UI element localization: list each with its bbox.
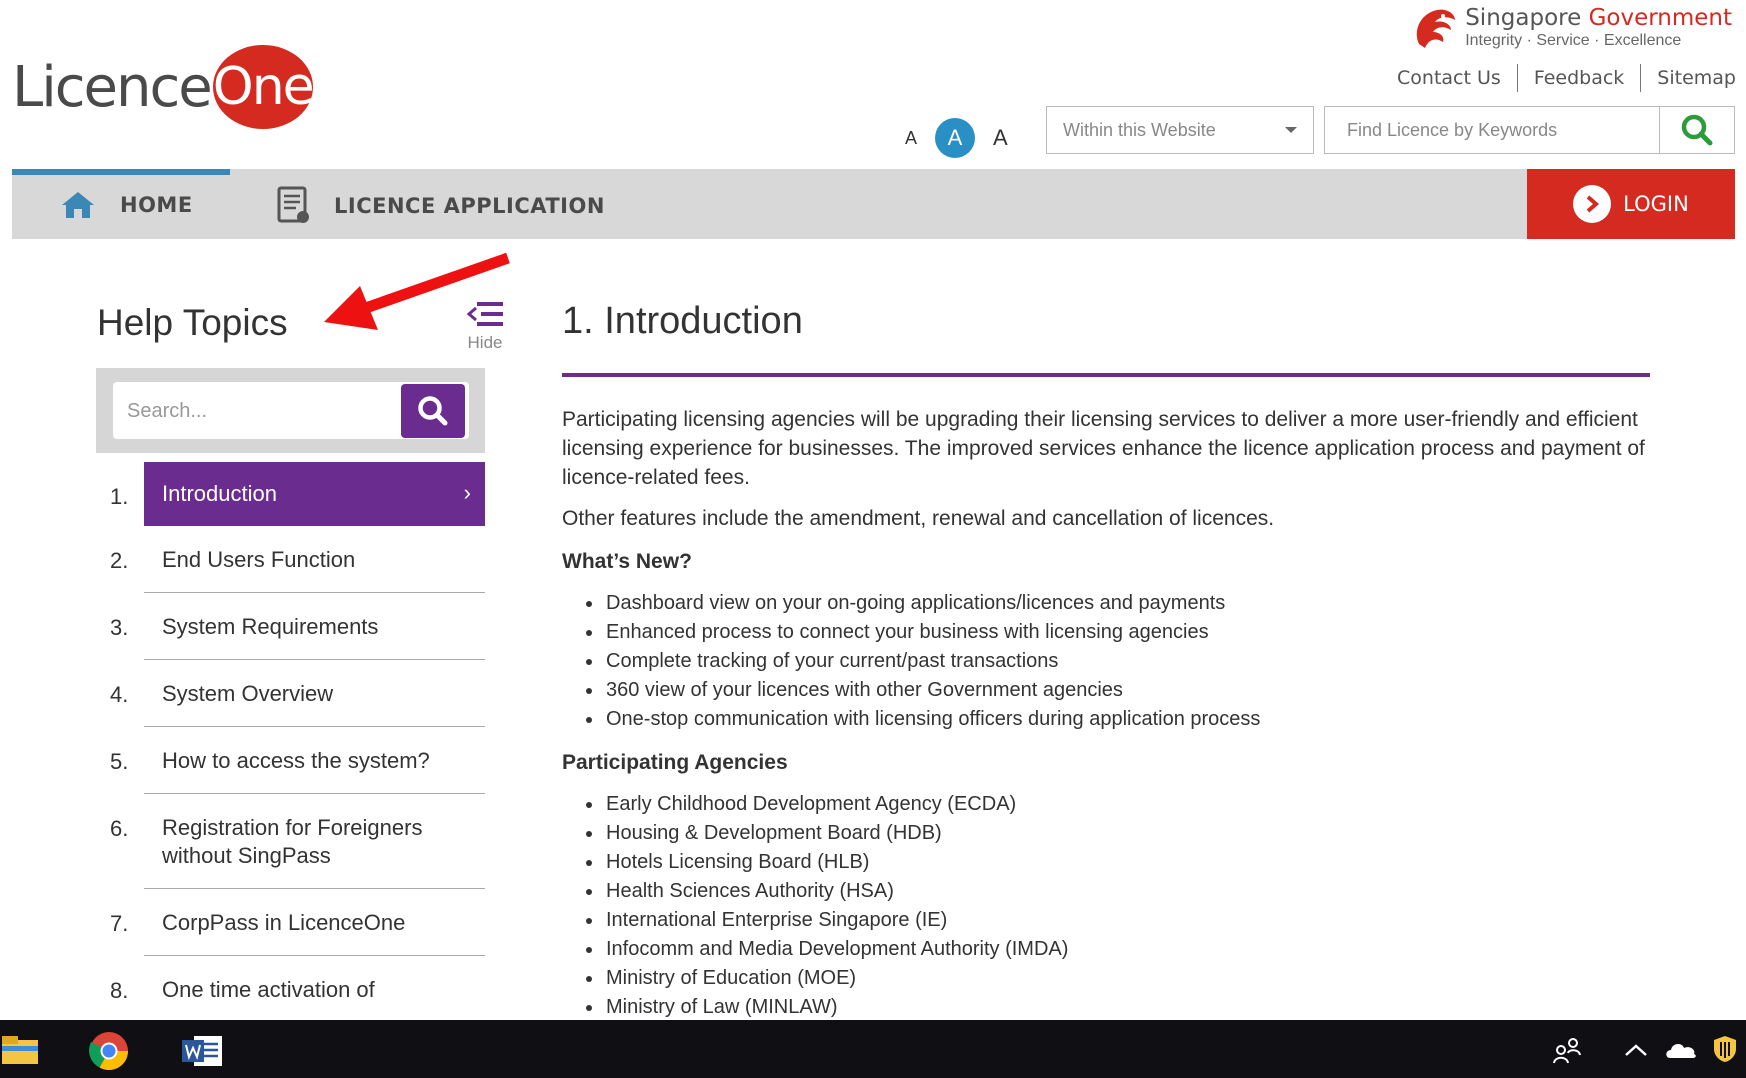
font-size-medium-button[interactable]: A [935, 118, 976, 158]
list-item: Ministry of Education (MOE) [604, 964, 1650, 993]
search-scope-select[interactable]: Within this Website [1046, 106, 1314, 154]
gov-tagline: Integrity · Service · Excellence [1465, 32, 1682, 49]
features-paragraph: Other features include the amendment, re… [562, 507, 1275, 530]
font-size-large-button[interactable]: A [993, 125, 1008, 151]
singapore-government-brand[interactable]: Singapore Government Integrity · Service… [1409, 4, 1732, 54]
topic-label: Registration for Foreigners without Sing… [144, 794, 485, 889]
list-item: Early Childhood Development Agency (ECDA… [604, 790, 1650, 819]
list-item: 360 view of your licences with other Gov… [604, 676, 1650, 705]
font-size-controls: A A A [905, 118, 1008, 158]
topic-number: 3. [110, 615, 129, 640]
topic-item-end-users-function[interactable]: 2. End Users Function [96, 526, 485, 593]
logo-text: Licence [12, 54, 213, 120]
topic-label: System Overview [144, 660, 485, 727]
list-item: Hotels Licensing Board (HLB) [604, 848, 1650, 877]
windows-taskbar [0, 1020, 1746, 1078]
agencies-heading: Participating Agencies [562, 751, 788, 774]
help-topics-title: Help Topics [97, 302, 288, 343]
security-icon[interactable] [1712, 1034, 1738, 1064]
word-icon[interactable] [180, 1034, 224, 1068]
onedrive-icon[interactable] [1664, 1040, 1698, 1060]
topic-number: 7. [110, 911, 129, 936]
search-scope-value: Within this Website [1063, 119, 1216, 140]
file-explorer-icon[interactable] [0, 1034, 42, 1066]
top-links: Contact Us Feedback Sitemap [1381, 64, 1736, 92]
help-topics-list: 1. Introduction › 2. End Users Function … [96, 462, 485, 1023]
login-label: LOGIN [1623, 192, 1689, 216]
login-button[interactable]: LOGIN [1527, 169, 1735, 239]
topic-item-system-overview[interactable]: 4. System Overview [96, 660, 485, 727]
sitemap-link[interactable]: Sitemap [1641, 64, 1736, 92]
logo-circle: One [212, 45, 315, 129]
main-nav-bar [12, 169, 1735, 239]
chevron-right-icon: › [463, 480, 471, 505]
topic-item-introduction[interactable]: 1. Introduction › [96, 462, 485, 526]
list-item: Dashboard view on your on-going applicat… [604, 589, 1650, 618]
main-content: 1. Introduction Participating licensing … [562, 300, 1650, 1022]
topic-label: End Users Function [144, 526, 485, 593]
list-item: Ministry of Law (MINLAW) [604, 993, 1650, 1022]
topic-item-corppass[interactable]: 7. CorpPass in LicenceOne [96, 889, 485, 956]
topic-label: One time activation of [144, 956, 485, 1023]
nav-home-label: HOME [120, 193, 193, 217]
topic-number: 8. [110, 978, 129, 1003]
help-search-placeholder: Search... [127, 400, 208, 422]
people-icon[interactable] [1552, 1036, 1582, 1064]
keyword-search-button[interactable] [1659, 107, 1734, 153]
home-icon [62, 192, 94, 218]
page-title: 1. Introduction [562, 300, 803, 342]
topic-label: CorpPass in LicenceOne [144, 889, 485, 956]
licenceone-logo[interactable]: Licence One [12, 42, 315, 132]
topic-item-system-requirements[interactable]: 3. System Requirements [96, 593, 485, 660]
collapse-menu-icon [466, 302, 503, 326]
list-item: Enhanced process to connect your busines… [604, 618, 1650, 647]
topic-label: System Requirements [144, 593, 485, 660]
contact-us-link[interactable]: Contact Us [1381, 64, 1518, 92]
topic-number: 2. [110, 548, 129, 573]
topic-item-one-time-activation[interactable]: 8. One time activation of [96, 956, 485, 1023]
topic-number: 6. [110, 816, 129, 841]
keyword-search-input[interactable]: Find Licence by Keywords [1325, 107, 1659, 153]
topic-number: 4. [110, 682, 129, 707]
list-item: Housing & Development Board (HDB) [604, 819, 1650, 848]
topic-label: Introduction [144, 462, 485, 526]
document-icon [277, 186, 309, 223]
whats-new-list: Dashboard view on your on-going applicat… [562, 589, 1650, 734]
hide-label: Hide [467, 333, 503, 352]
search-icon [418, 396, 448, 426]
topic-number: 5. [110, 749, 129, 774]
list-item: Health Sciences Authority (HSA) [604, 877, 1650, 906]
nav-licence-application-label: LICENCE APPLICATION [334, 194, 605, 218]
title-divider [562, 373, 1650, 377]
nav-home[interactable]: HOME [58, 190, 193, 220]
list-item: Infocomm and Media Development Authority… [604, 935, 1650, 964]
chevron-right-circle-icon [1573, 185, 1612, 223]
intro-paragraph: Participating licensing agencies will be… [562, 408, 1645, 489]
keyword-search: Find Licence by Keywords [1324, 106, 1735, 154]
search-icon [1681, 114, 1713, 146]
list-item: One-stop communication with licensing of… [604, 705, 1650, 734]
list-item: International Enterprise Singapore (IE) [604, 906, 1650, 935]
topic-item-how-to-access[interactable]: 5. How to access the system? [96, 727, 485, 794]
list-item: Complete tracking of your current/past t… [604, 647, 1650, 676]
topic-number: 1. [110, 484, 129, 509]
font-size-small-button[interactable]: A [905, 128, 917, 149]
gov-name: Singapore Government [1465, 5, 1732, 31]
nav-active-indicator [12, 169, 230, 175]
agencies-list: Early Childhood Development Agency (ECDA… [562, 790, 1650, 1022]
whats-new-heading: What’s New? [562, 550, 692, 573]
caret-down-icon [1285, 127, 1297, 133]
nav-licence-application[interactable]: LICENCE APPLICATION [276, 186, 605, 226]
topic-label: How to access the system? [144, 727, 485, 794]
lion-head-icon [1416, 9, 1456, 48]
chrome-icon[interactable] [88, 1030, 130, 1072]
topic-item-registration-foreigners[interactable]: 6. Registration for Foreigners without S… [96, 794, 485, 889]
chevron-up-icon[interactable] [1623, 1042, 1649, 1058]
help-search-button[interactable] [401, 384, 465, 438]
hide-sidebar-button[interactable]: Hide [460, 300, 510, 353]
feedback-link[interactable]: Feedback [1518, 64, 1642, 92]
